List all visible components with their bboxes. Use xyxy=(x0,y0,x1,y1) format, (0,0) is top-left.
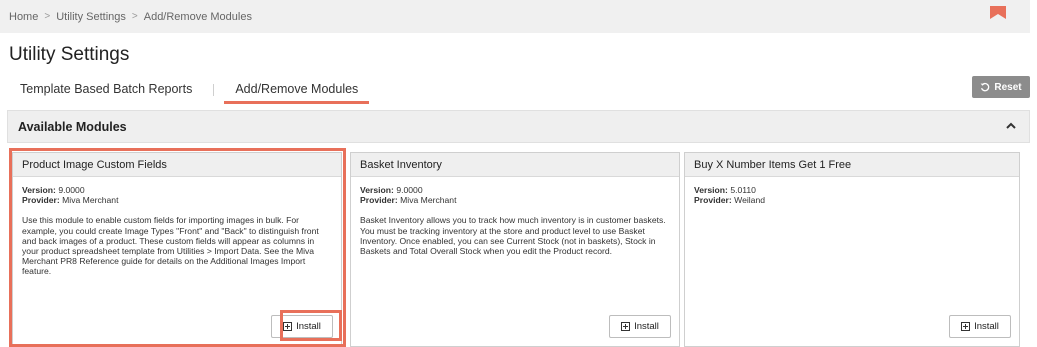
module-title: Basket Inventory xyxy=(351,153,679,177)
module-version: Version: 5.0110 xyxy=(694,185,1010,195)
module-card: Buy X Number Items Get 1 Free Version: 5… xyxy=(684,152,1020,347)
version-value: 5.0110 xyxy=(730,185,756,195)
reset-label: Reset xyxy=(994,81,1022,93)
available-modules-header[interactable]: Available Modules xyxy=(7,110,1030,143)
provider-label: Provider: xyxy=(360,195,398,206)
module-provider: Provider: Miva Merchant xyxy=(360,195,670,205)
section-title: Available Modules xyxy=(18,119,127,134)
reset-icon xyxy=(980,82,990,92)
reset-button[interactable]: Reset xyxy=(972,76,1030,98)
tab-divider xyxy=(213,84,215,96)
chevron-up-icon[interactable] xyxy=(1005,121,1017,131)
module-title: Product Image Custom Fields xyxy=(13,153,341,177)
install-button[interactable]: Install xyxy=(271,315,333,338)
module-description: Use this module to enable custom fields … xyxy=(22,215,319,277)
provider-label: Provider: xyxy=(694,195,732,206)
version-label: Version: xyxy=(22,185,56,195)
bookmark-icon[interactable] xyxy=(990,6,1006,19)
provider-value: Weiland xyxy=(734,195,766,206)
plus-square-icon xyxy=(621,322,631,331)
breadcrumb-home-link[interactable]: Home xyxy=(9,11,38,23)
provider-label: Provider: xyxy=(22,195,60,206)
module-provider: Provider: Miva Merchant xyxy=(22,195,332,205)
tab-add-remove-modules[interactable]: Add/Remove Modules xyxy=(224,74,370,104)
breadcrumb-separator: > xyxy=(131,11,138,22)
breadcrumb-separator: > xyxy=(44,11,51,22)
module-version: Version: 9.0000 xyxy=(22,185,332,195)
module-provider: Provider: Weiland xyxy=(694,195,1010,205)
breadcrumb-current: Add/Remove Modules xyxy=(143,10,252,23)
version-value: 9.0000 xyxy=(58,185,85,195)
module-card: Basket Inventory Version: 9.0000 Provide… xyxy=(350,152,680,347)
install-button[interactable]: Install xyxy=(949,315,1011,338)
install-button[interactable]: Install xyxy=(609,315,671,338)
module-title: Buy X Number Items Get 1 Free xyxy=(685,153,1019,177)
tab-template-based-batch-reports[interactable]: Template Based Batch Reports xyxy=(9,74,203,104)
provider-value: Miva Merchant xyxy=(62,195,119,206)
install-label: Install xyxy=(974,321,999,332)
breadcrumb: Home > Utility Settings > Add/Remove Mod… xyxy=(0,0,1030,33)
install-label: Install xyxy=(296,321,321,332)
version-label: Version: xyxy=(360,185,394,195)
module-cards: Product Image Custom Fields Version: 9.0… xyxy=(7,148,1030,347)
install-label: Install xyxy=(634,321,659,332)
tab-bar: Template Based Batch Reports Add/Remove … xyxy=(9,74,370,104)
breadcrumb-utility-settings-link[interactable]: Utility Settings xyxy=(56,11,126,23)
plus-square-icon xyxy=(283,322,293,331)
page-title: Utility Settings xyxy=(9,44,130,65)
module-version: Version: 9.0000 xyxy=(360,185,670,195)
plus-square-icon xyxy=(961,322,971,331)
version-value: 9.0000 xyxy=(396,185,423,195)
provider-value: Miva Merchant xyxy=(400,195,457,206)
module-card: Product Image Custom Fields Version: 9.0… xyxy=(12,152,342,347)
module-description: Basket Inventory allows you to track how… xyxy=(360,215,666,257)
version-label: Version: xyxy=(694,185,728,195)
